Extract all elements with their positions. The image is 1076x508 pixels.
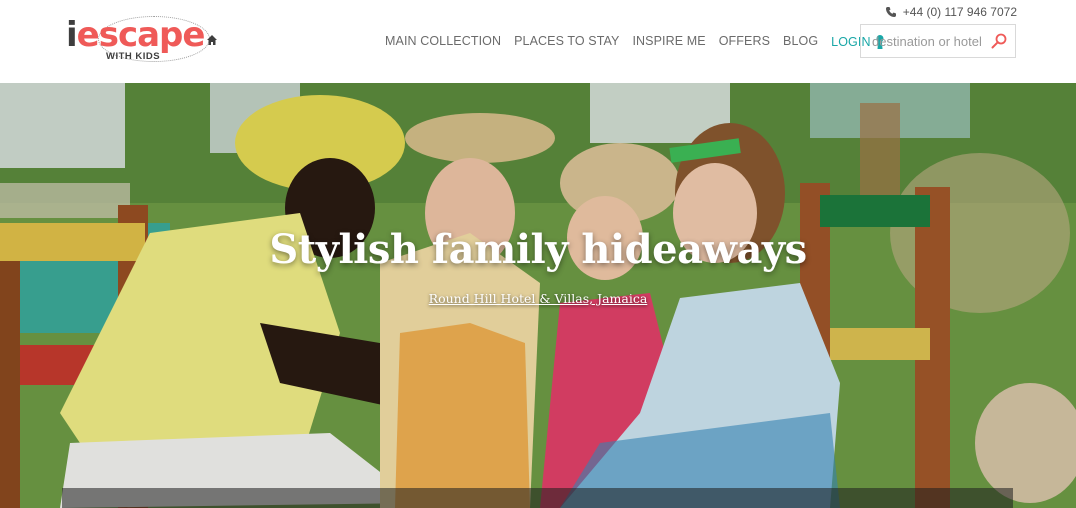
search-box — [860, 24, 1016, 58]
site-header: iescape WITH KIDS +44 (0) 117 946 7072 M… — [0, 0, 1076, 83]
phone-icon — [885, 7, 896, 17]
hero-caption: Round Hill Hotel & Villas, Jamaica — [0, 291, 1076, 306]
logo-tagline: WITH KIDS — [106, 51, 161, 62]
hero-title: Stylish family hideaways — [269, 226, 807, 273]
hero-caption-link[interactable]: Round Hill Hotel & Villas, Jamaica — [429, 291, 648, 306]
phone-number[interactable]: +44 (0) 117 946 7072 — [885, 5, 1017, 19]
nav-places-to-stay[interactable]: PLACES TO STAY — [514, 34, 619, 50]
phone-text: +44 (0) 117 946 7072 — [902, 5, 1017, 19]
main-nav: MAIN COLLECTION PLACES TO STAY INSPIRE M… — [385, 34, 885, 50]
nav-blog[interactable]: BLOG — [783, 34, 818, 50]
logo[interactable]: iescape WITH KIDS — [60, 14, 220, 68]
nav-offers[interactable]: OFFERS — [719, 34, 770, 50]
hero-banner: Stylish family hideaways Round Hill Hote… — [0, 83, 1076, 508]
logo-wordmark: iescape — [66, 15, 205, 55]
house-icon — [207, 35, 217, 45]
nav-inspire-me[interactable]: INSPIRE ME — [632, 34, 705, 50]
search-input[interactable] — [870, 32, 992, 50]
hero-bottom-bar — [62, 488, 1013, 508]
nav-main-collection[interactable]: MAIN COLLECTION — [385, 34, 501, 50]
search-icon[interactable] — [991, 33, 1007, 49]
